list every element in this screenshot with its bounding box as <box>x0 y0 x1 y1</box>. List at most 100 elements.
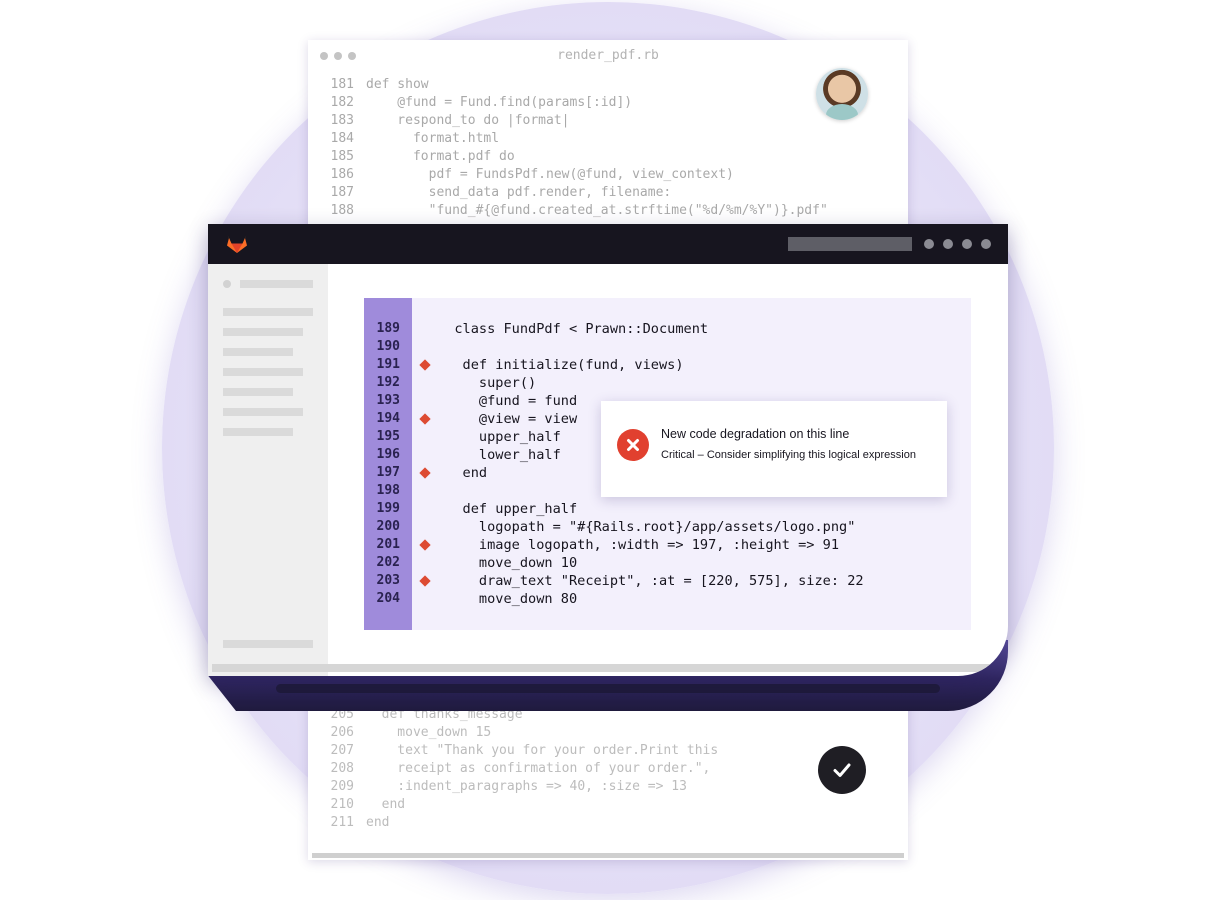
code-line: 203 draw_text "Receipt", :at = [220, 575… <box>364 572 864 590</box>
code-line: 200 logopath = "#{Rails.root}/app/assets… <box>364 518 864 536</box>
line-number: 208 <box>330 761 354 776</box>
line-number: 206 <box>330 725 354 740</box>
line-number: 189 <box>376 321 400 336</box>
line-number: 185 <box>330 149 354 164</box>
code-line: 191 def initialize(fund, views) <box>364 356 864 374</box>
diamond-marker-icon[interactable] <box>419 413 431 425</box>
line-marker <box>412 539 438 551</box>
line-number: 183 <box>330 113 354 128</box>
line-number: 207 <box>330 743 354 758</box>
navbar-actions <box>924 239 991 249</box>
line-number: 184 <box>330 131 354 146</box>
gitlab-fox-icon[interactable] <box>226 234 248 259</box>
code-text: image logopath, :width => 197, :height =… <box>438 537 840 553</box>
code-text: super() <box>438 375 537 391</box>
line-number: 203 <box>376 573 400 588</box>
code-line: 189 class FundPdf < Prawn::Document <box>364 320 864 338</box>
nav-action-dot[interactable] <box>962 239 972 249</box>
top-code-lines: 181 def show 182 @fund = Fund.find(params… <box>308 76 828 220</box>
code-text: send_data pdf.render, filename: <box>366 185 672 200</box>
code-text: def show <box>366 77 429 92</box>
nav-action-dot[interactable] <box>943 239 953 249</box>
code-text: move_down 15 <box>366 725 492 740</box>
code-quality-tooltip: New code degradation on this line Critic… <box>601 401 947 497</box>
code-text: upper_half <box>438 429 561 445</box>
diamond-marker-icon[interactable] <box>419 575 431 587</box>
code-line: 201 image logopath, :width => 197, :heig… <box>364 536 864 554</box>
line-number: 210 <box>330 797 354 812</box>
sidebar-item[interactable] <box>223 348 293 356</box>
code-text: logopath = "#{Rails.root}/app/assets/log… <box>438 519 856 535</box>
line-number: 192 <box>376 375 400 390</box>
line-number: 196 <box>376 447 400 462</box>
code-line: 204 move_down 80 <box>364 590 864 608</box>
code-line: 181 def show <box>308 76 828 94</box>
tooltip-title: New code degradation on this line <box>661 427 850 441</box>
code-text: move_down 10 <box>438 555 578 571</box>
checkmark-icon <box>818 746 866 794</box>
diamond-marker-icon[interactable] <box>419 539 431 551</box>
line-number: 197 <box>376 465 400 480</box>
code-text: class FundPdf < Prawn::Document <box>438 321 709 337</box>
line-number: 182 <box>330 95 354 110</box>
line-number: 190 <box>376 339 400 354</box>
code-text: "fund_#{@fund.created_at.strftime("%d/%m… <box>366 203 828 218</box>
code-line: 206 move_down 15 <box>308 724 718 742</box>
code-text: pdf = FundsPdf.new(@fund, view_context) <box>366 167 734 182</box>
line-marker <box>412 575 438 587</box>
sidebar-item[interactable] <box>223 368 303 376</box>
code-text: format.pdf do <box>366 149 515 164</box>
code-text: respond_to do |format| <box>366 113 570 128</box>
line-marker <box>412 413 438 425</box>
line-number: 200 <box>376 519 400 534</box>
code-text: @view = view <box>438 411 578 427</box>
code-text: end <box>366 797 406 812</box>
code-line: 208 receipt as confirmation of your orde… <box>308 760 718 778</box>
sidebar-item[interactable] <box>223 388 293 396</box>
line-number: 201 <box>376 537 400 552</box>
code-text: lower_half <box>438 447 561 463</box>
sidebar <box>208 264 328 676</box>
user-avatar[interactable] <box>816 68 868 120</box>
code-text: def upper_half <box>438 501 578 517</box>
diamond-marker-icon[interactable] <box>419 359 431 371</box>
code-line: 210 end <box>308 796 718 814</box>
code-line: 211 end <box>308 814 718 832</box>
search-bar[interactable] <box>788 237 912 251</box>
code-text: @fund = Fund.find(params[:id]) <box>366 95 633 110</box>
sidebar-item[interactable] <box>240 280 313 288</box>
code-line: 199 def upper_half <box>364 500 864 518</box>
file-name: render_pdf.rb <box>557 48 659 63</box>
line-number: 194 <box>376 411 400 426</box>
window-base-slot <box>276 684 940 693</box>
code-line: 207 text "Thank you for your order.Print… <box>308 742 719 760</box>
code-line: 209 :indent_paragraphs => 40, :size => 1… <box>308 778 718 796</box>
code-text: move_down 80 <box>438 591 578 607</box>
code-text: end <box>438 465 488 481</box>
line-number: 199 <box>376 501 400 516</box>
top-code-window: render_pdf.rb 181 def show 182 @fund = Fu… <box>308 40 908 240</box>
line-number: 209 <box>330 779 354 794</box>
sidebar-dot <box>223 280 231 288</box>
line-number: 202 <box>376 555 400 570</box>
sidebar-item[interactable] <box>223 328 303 336</box>
line-number: 204 <box>376 591 400 606</box>
nav-action-dot[interactable] <box>981 239 991 249</box>
sidebar-item[interactable] <box>223 640 313 648</box>
sidebar-item[interactable] <box>223 308 313 316</box>
code-line: 182 @fund = Fund.find(params[:id]) <box>308 94 828 112</box>
code-text: text "Thank you for your order.Print thi… <box>366 743 719 758</box>
code-text: format.html <box>366 131 500 146</box>
line-number: 181 <box>330 77 354 92</box>
top-navbar <box>208 224 1008 264</box>
diamond-marker-icon[interactable] <box>419 467 431 479</box>
nav-action-dot[interactable] <box>924 239 934 249</box>
bottom-code-lines: 205 def thanks_message 206 move_down 15 … <box>308 706 719 832</box>
sidebar-item[interactable] <box>223 408 303 416</box>
line-number: 211 <box>330 815 354 830</box>
line-number: 198 <box>376 483 400 498</box>
code-text: @fund = fund <box>438 393 578 409</box>
code-line: 184 format.html <box>308 130 828 148</box>
code-text: :indent_paragraphs => 40, :size => 13 <box>366 779 687 794</box>
sidebar-item[interactable] <box>223 428 293 436</box>
